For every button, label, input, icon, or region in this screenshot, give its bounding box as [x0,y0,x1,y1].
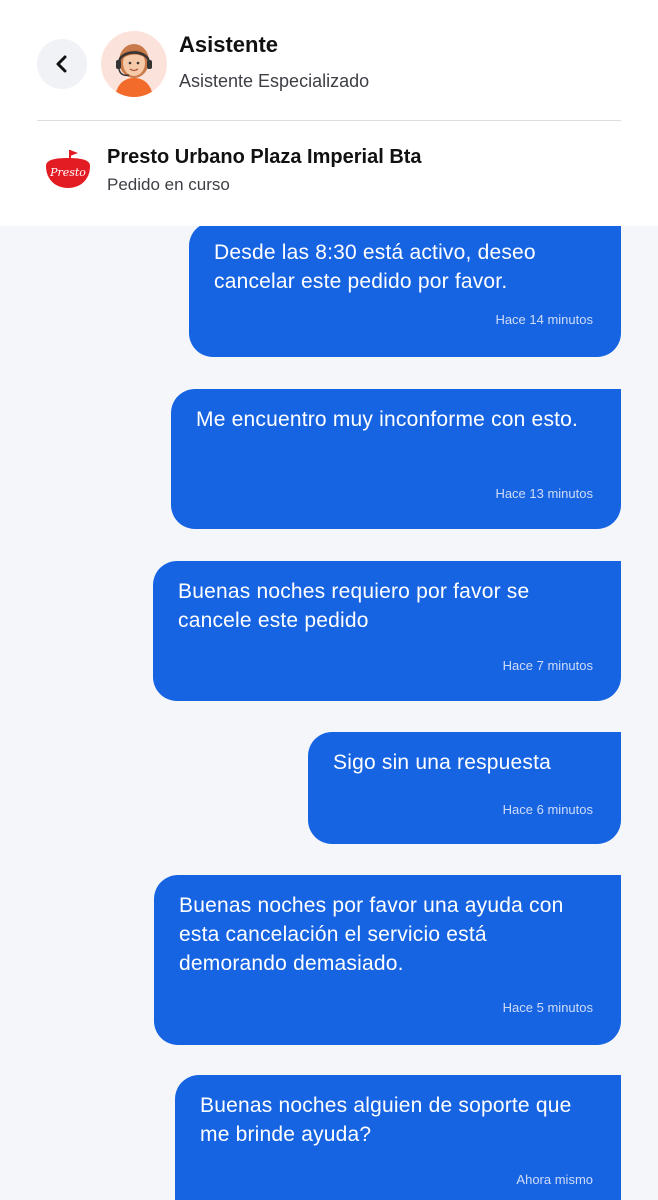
message-text: Sigo sin una respuesta [333,751,552,774]
store-logo-text: Presto [49,166,86,179]
message-text: Buenas noches requiero por favor se canc… [178,580,530,632]
message-bubble: Sigo sin una respuesta Hace 6 minutos [308,732,621,844]
message-time: Hace 6 minutos [502,802,593,817]
message-time: Hace 5 minutos [502,1000,593,1015]
message-bubble: Buenas noches requiero por favor se canc… [153,561,621,701]
message-text: Buenas noches alguien de soporte que me … [200,1094,572,1146]
chevron-left-icon [56,55,67,73]
message-bubble: Desde las 8:30 está activo, deseo cancel… [189,226,621,357]
message-text: Me encuentro muy inconforme con esto. [196,408,579,431]
assistant-title: Asistente [179,32,279,57]
chat-messages[interactable]: Desde las 8:30 está activo, deseo cancel… [0,226,658,1200]
message-time: Hace 13 minutos [495,486,593,501]
message-text: Buenas noches por favor una ayuda con es… [179,894,564,975]
store-logo: Presto [40,146,96,194]
message-time: Hace 7 minutos [502,658,593,673]
store-name: Presto Urbano Plaza Imperial Bta [107,146,422,168]
assistant-avatar [101,31,167,97]
message-time: Ahora mismo [516,1172,593,1187]
header-divider [37,120,621,121]
message-time: Hace 14 minutos [495,312,593,327]
assistant-subtitle: Asistente Especializado [179,71,370,91]
message-bubble: Buenas noches por favor una ayuda con es… [154,875,621,1045]
order-status: Pedido en curso [107,175,230,194]
message-bubble: Buenas noches alguien de soporte que me … [175,1075,621,1200]
message-text: Desde las 8:30 está activo, deseo cancel… [214,241,536,293]
message-bubble: Me encuentro muy inconforme con esto. Ha… [171,389,621,529]
chat-header: Asistente Asistente Especializado Presto… [0,0,658,226]
back-button[interactable] [37,39,87,89]
